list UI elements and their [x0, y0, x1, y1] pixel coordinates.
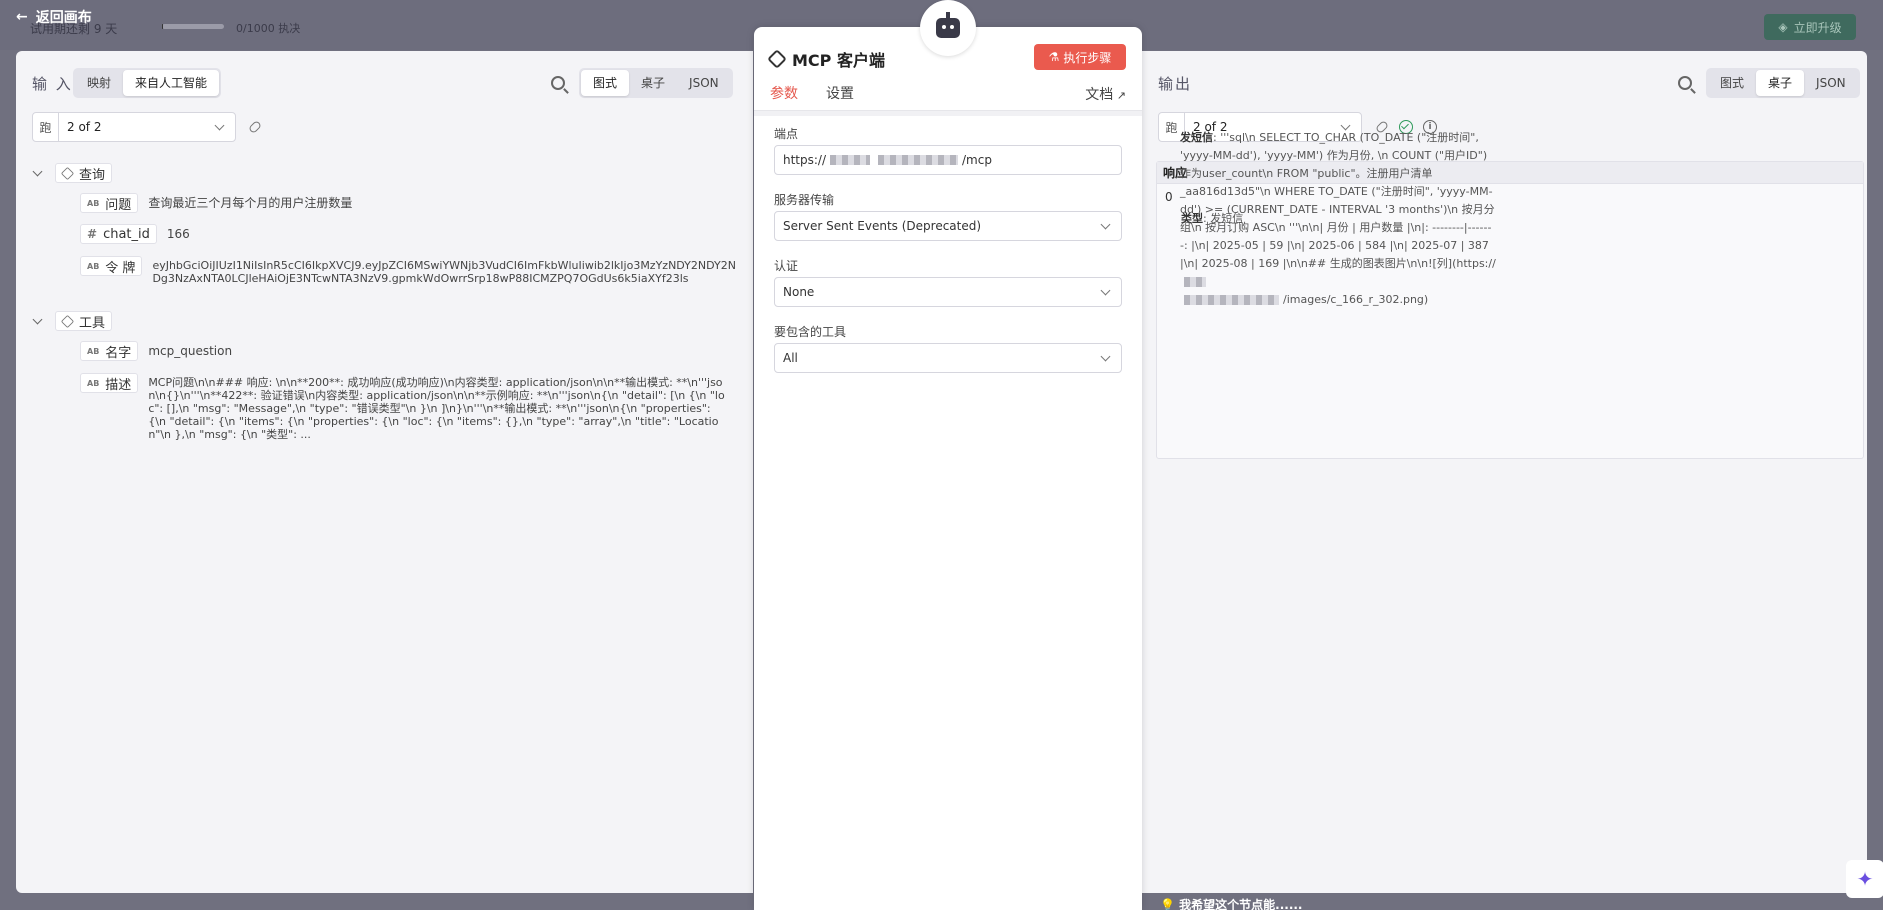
- view-tab-table[interactable]: 桌子: [1756, 70, 1805, 96]
- endpoint-label: 端点: [774, 127, 799, 141]
- chevron-down-icon: [1100, 285, 1111, 295]
- tree-row: AB 令 牌 eyJhbGciOiJIUzI1NiIsInR5cCI6IkpXVC…: [80, 256, 737, 285]
- view-tab-schema[interactable]: 图式: [1708, 70, 1756, 96]
- input-mode-toggle: 映射 来自人工智能: [73, 68, 222, 98]
- tree-row: # chat_id 166: [80, 224, 190, 244]
- group-chip: 工具: [55, 311, 113, 331]
- run-selector[interactable]: 跑 2 of 2: [32, 112, 236, 142]
- field-chip: AB 描述: [80, 373, 139, 393]
- tree-row: AB 问题 查询最近三个月每个月的用户注册数量: [80, 193, 352, 213]
- search-icon[interactable]: [551, 76, 565, 90]
- view-tab-table[interactable]: 桌子: [629, 70, 677, 96]
- chevron-down-icon: [32, 166, 43, 176]
- tab-parameters[interactable]: 参数: [770, 83, 798, 113]
- input-title: 输 入: [32, 75, 73, 93]
- group-chip: 查询: [55, 163, 113, 183]
- output-panel: 输出 图式 桌子 JSON 跑 2 of 2 i 响应 0 类型: 发短信 发短…: [1142, 51, 1867, 893]
- mcp-logo-icon: [767, 49, 787, 69]
- lightbulb-icon: 💡: [1160, 898, 1175, 910]
- field-value: mcp_question: [148, 344, 233, 358]
- docs-link[interactable]: 文档 ↗: [1085, 84, 1126, 104]
- run-label: 跑: [33, 113, 59, 141]
- chevron-down-icon: [214, 120, 225, 130]
- chevron-down-icon: [1100, 351, 1111, 361]
- tree-row: AB 描述 MCP问题\n\n### 响应: \n\n**200**: 成功响应(…: [80, 373, 728, 448]
- tab-settings[interactable]: 设置: [826, 83, 854, 113]
- response-text-value: 发短信: '''sql\n SELECT TO_CHAR (TO_DATE ("…: [1180, 131, 1496, 306]
- gem-icon: ◈: [1778, 20, 1788, 34]
- redacted-block: [1184, 277, 1206, 287]
- field-chip: AB 令 牌: [80, 256, 143, 276]
- endpoint-input[interactable]: https:// /mcp: [774, 145, 1122, 175]
- redacted-block: [1184, 295, 1279, 305]
- tools-label: 要包含的工具: [774, 325, 847, 339]
- robot-icon: [936, 12, 960, 38]
- tab-divider: [754, 110, 1142, 116]
- text-type-icon: AB: [87, 346, 100, 356]
- execute-step-button[interactable]: ⚗ 执行步骤: [1034, 44, 1126, 70]
- chevron-down-icon: [32, 314, 43, 324]
- field-chip: # chat_id: [80, 224, 157, 244]
- input-view-toggle: 图式 桌子 JSON: [579, 68, 733, 98]
- mode-tab-mapping[interactable]: 映射: [75, 70, 123, 96]
- mode-tab-from-ai[interactable]: 来自人工智能: [123, 70, 220, 96]
- trial-progress-bar: [162, 24, 224, 29]
- node-tabs: 参数 设置: [770, 83, 854, 113]
- field-value: 查询最近三个月每个月的用户注册数量: [148, 196, 353, 210]
- chevron-down-icon: [1100, 219, 1111, 229]
- redacted-block: [878, 155, 959, 165]
- transport-select[interactable]: Server Sent Events (Deprecated): [774, 211, 1122, 241]
- node-feedback-link[interactable]: 💡 我希望这个节点能......: [1160, 896, 1303, 910]
- node-settings-dialog: MCP 客户端 ⚗ 执行步骤 参数 设置 文档 ↗ 端点 https:// /m…: [754, 27, 1142, 910]
- view-tab-json[interactable]: JSON: [1804, 70, 1858, 96]
- node-title: MCP 客户端: [767, 47, 885, 71]
- tree-row: AB 名字 mcp_question: [80, 341, 232, 361]
- field-chip: AB 问题: [80, 193, 139, 213]
- execution-count: 0/1000 执决: [236, 22, 301, 35]
- tools-select[interactable]: All: [774, 343, 1122, 373]
- field-chip: AB 名字: [80, 341, 139, 361]
- arrow-left-icon: ←: [16, 9, 28, 25]
- transport-label: 服务器传输: [774, 193, 835, 207]
- cube-icon: [60, 166, 75, 180]
- field-value: 166: [166, 227, 190, 241]
- view-tab-schema[interactable]: 图式: [581, 70, 630, 96]
- sparkle-icon: ✦: [1856, 867, 1874, 891]
- search-icon[interactable]: [1678, 76, 1692, 90]
- ai-assistant-button[interactable]: ✦: [1846, 860, 1883, 898]
- output-title: 输出: [1158, 75, 1193, 93]
- field-value: eyJhbGciOiJIUzI1NiIsInR5cCI6IkpXVCJ9.eyJ…: [152, 259, 736, 285]
- tree-group-query[interactable]: 查询: [32, 163, 113, 183]
- trial-progress-fill: [162, 24, 164, 29]
- input-panel: 输 入 映射 来自人工智能 图式 桌子 JSON 跑 2 of 2 查询 AB 问…: [16, 51, 753, 893]
- auth-select[interactable]: None: [774, 277, 1122, 307]
- redacted-block: [830, 155, 871, 165]
- output-view-toggle: 图式 桌子 JSON: [1706, 68, 1860, 98]
- field-value: MCP问题\n\n### 响应: \n\n**200**: 成功响应(成功响应)…: [148, 376, 725, 441]
- link-icon[interactable]: [247, 119, 263, 135]
- text-type-icon: AB: [87, 378, 100, 388]
- cube-icon: [60, 314, 75, 328]
- trial-remaining-text: 试用期还剩 9 天: [30, 22, 118, 36]
- upgrade-button[interactable]: ◈ 立即升级: [1764, 14, 1856, 40]
- number-type-icon: #: [87, 227, 98, 241]
- external-link-icon: ↗: [1113, 89, 1126, 102]
- text-type-icon: AB: [87, 198, 100, 208]
- tree-group-tools[interactable]: 工具: [32, 311, 113, 331]
- node-avatar: [920, 0, 976, 56]
- auth-label: 认证: [774, 259, 799, 273]
- run-value: 2 of 2: [67, 120, 102, 134]
- view-tab-json[interactable]: JSON: [677, 70, 731, 96]
- text-type-icon: AB: [87, 261, 100, 271]
- flask-icon: ⚗: [1048, 50, 1060, 64]
